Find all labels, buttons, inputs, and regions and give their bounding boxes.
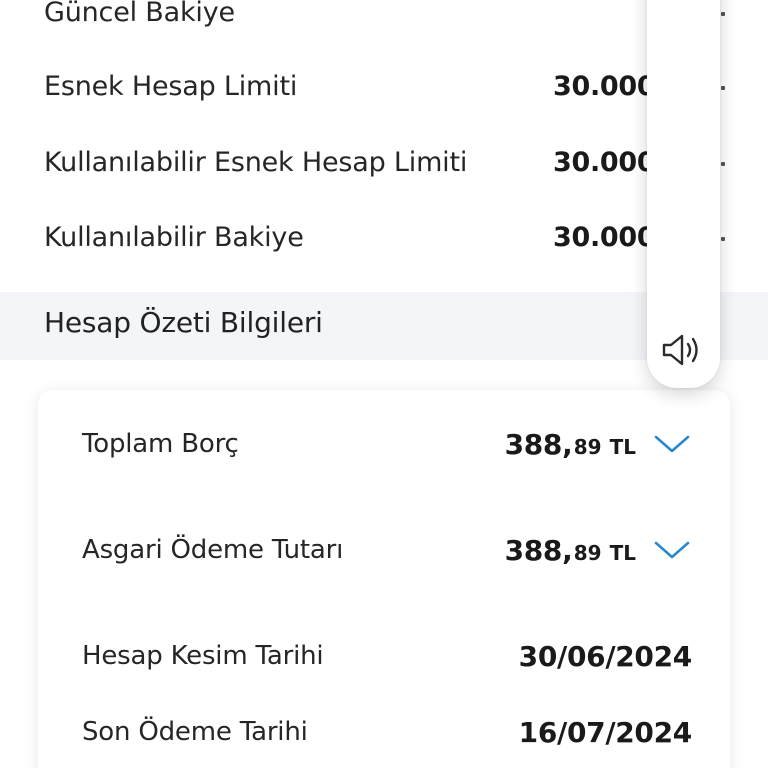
account-summary-screen: Güncel Bakiye C Esnek Hesap Limiti 30.00… [0,0,768,768]
statement-date-label: Hesap Kesim Tarihi [82,641,324,671]
flex-account-limit-label: Esnek Hesap Limiti [44,70,298,102]
available-flex-limit-value: 30.000 [553,146,656,178]
total-debt-amount: 388, 89 TL [505,428,636,461]
truncation-dot [721,162,725,166]
current-balance-label: Güncel Bakiye [44,0,235,28]
available-balance-label: Kullanılabilir Bakiye [44,221,304,253]
minimum-payment-amount: 388, 89 TL [505,534,636,567]
amount-integer: 388 [504,533,563,567]
truncation-dot [721,12,725,16]
amount-decimal: 89 [573,434,602,459]
chevron-down-icon[interactable] [652,530,692,570]
amount-decimal: 89 [573,540,602,565]
truncation-dot [721,237,725,241]
account-summary-card: Toplam Borç 388, 89 TL Asgari Ödeme Tutarı… [38,390,730,768]
flex-account-limit-value: 30.000 [553,70,656,102]
read-aloud-button[interactable] [659,329,707,375]
amount-comma: , [562,533,573,567]
chevron-down-icon[interactable] [652,424,692,464]
available-flex-limit-row: Kullanılabilir Esnek Hesap Limiti 30.000 [44,142,744,182]
total-debt-label: Toplam Borç [82,429,239,459]
minimum-payment-label: Asgari Ödeme Tutarı [82,535,344,565]
minimum-payment-row[interactable]: Asgari Ödeme Tutarı 388, 89 TL [82,528,692,572]
due-date-row: Son Ödeme Tarihi 16/07/2024 [82,710,692,754]
statement-date-value: 30/06/2024 [518,639,693,673]
amount-integer: 388 [504,427,563,461]
amount-currency: TL [609,434,636,459]
due-date-label: Son Ödeme Tarihi [82,717,308,747]
speaker-icon [660,330,706,374]
accessibility-panel [647,0,720,388]
current-balance-row: Güncel Bakiye C [44,0,744,32]
amount-currency: TL [609,540,636,565]
section-title: Hesap Özeti Bilgileri [44,306,323,339]
available-flex-limit-label: Kullanılabilir Esnek Hesap Limiti [44,146,468,178]
available-balance-row: Kullanılabilir Bakiye 30.000 [44,217,744,257]
truncation-dot [721,86,725,90]
due-date-value: 16/07/2024 [518,715,693,749]
flex-account-limit-row: Esnek Hesap Limiti 30.000 [44,66,744,106]
amount-comma: , [562,427,573,461]
statement-date-row: Hesap Kesim Tarihi 30/06/2024 [82,634,692,678]
available-balance-value: 30.000 [553,221,656,253]
total-debt-row[interactable]: Toplam Borç 388, 89 TL [82,422,692,466]
